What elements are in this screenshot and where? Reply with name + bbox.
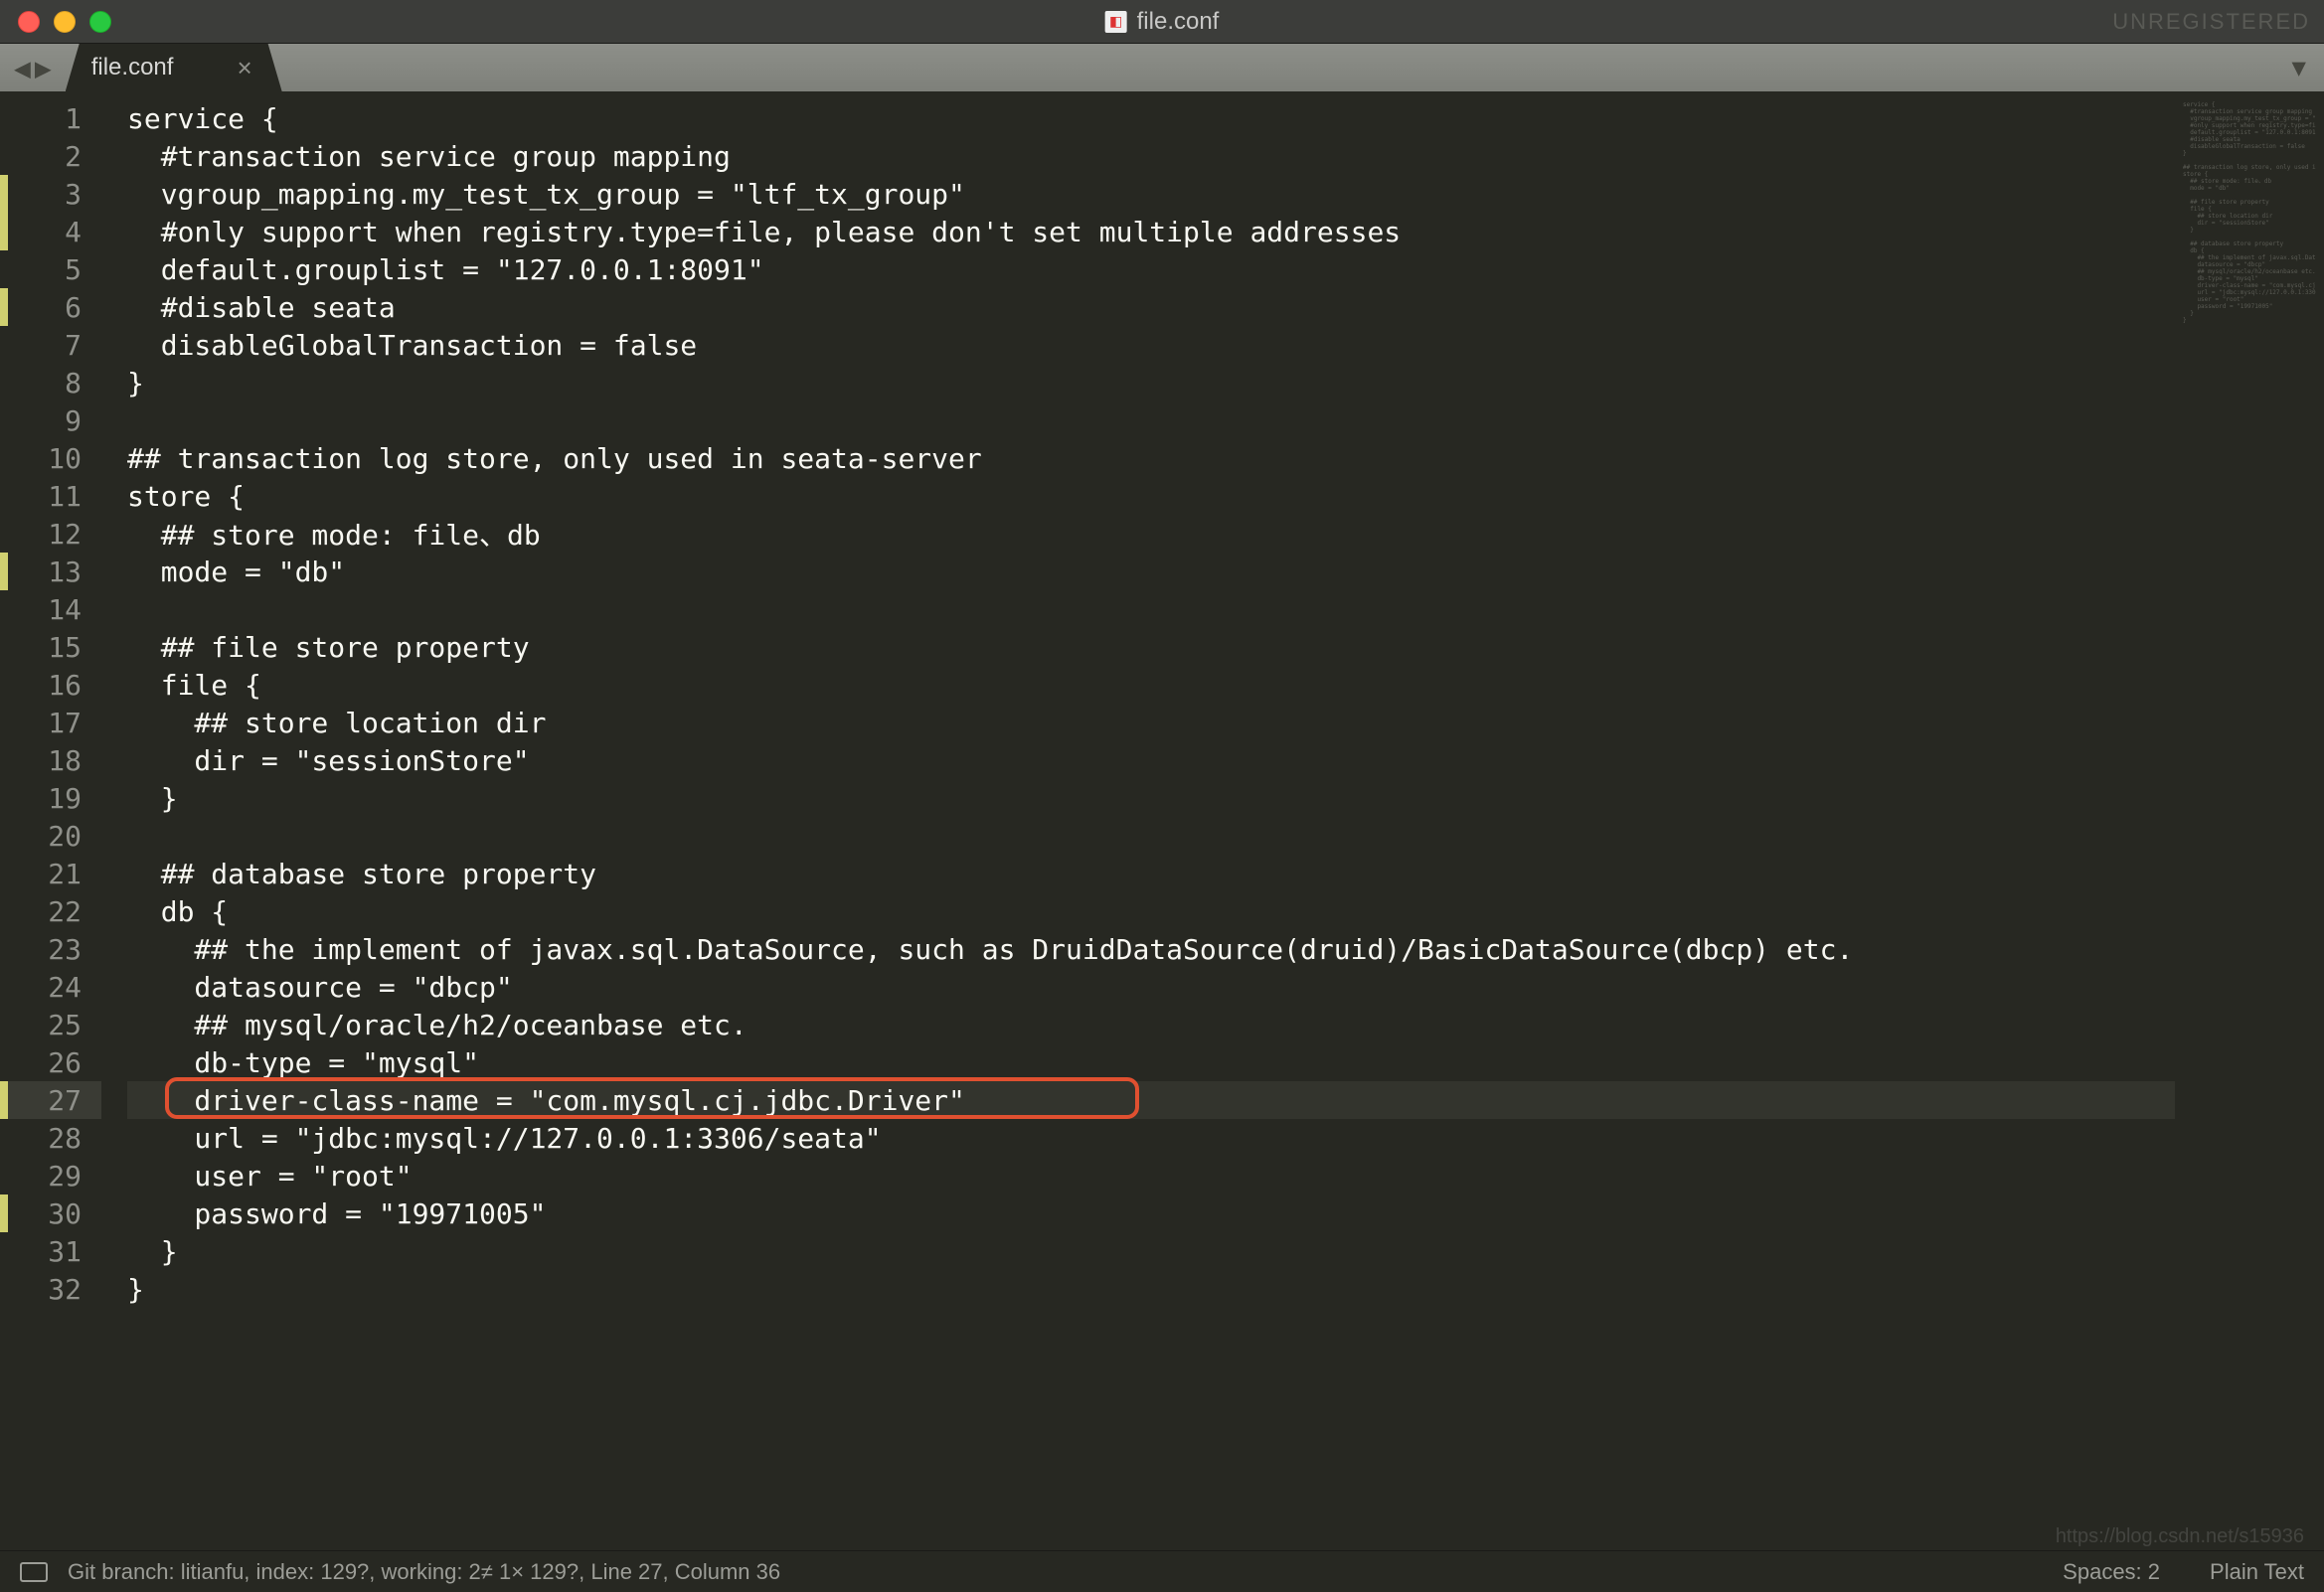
- code-line[interactable]: user = "root": [127, 1157, 2175, 1194]
- code-line[interactable]: [127, 401, 2175, 439]
- code-line[interactable]: }: [127, 779, 2175, 817]
- line-number[interactable]: 18: [0, 741, 101, 779]
- line-number[interactable]: 21: [0, 855, 101, 892]
- code-line[interactable]: db {: [127, 892, 2175, 930]
- nav-arrows: ◀ ▶: [0, 52, 66, 84]
- line-number[interactable]: 3: [0, 175, 101, 213]
- code-line[interactable]: }: [127, 1232, 2175, 1270]
- code-line[interactable]: dir = "sessionStore": [127, 741, 2175, 779]
- line-number[interactable]: 10: [0, 439, 101, 477]
- code-line[interactable]: ## store location dir: [127, 704, 2175, 741]
- line-number[interactable]: 28: [0, 1119, 101, 1157]
- line-number[interactable]: 17: [0, 704, 101, 741]
- code-line[interactable]: mode = "db": [127, 553, 2175, 590]
- maximize-window-button[interactable]: [89, 11, 111, 33]
- nav-forward-icon[interactable]: ▶: [35, 52, 52, 84]
- line-number[interactable]: 1: [0, 99, 101, 137]
- code-line[interactable]: vgroup_mapping.my_test_tx_group = "ltf_t…: [127, 175, 2175, 213]
- code-line[interactable]: password = "19971005": [127, 1194, 2175, 1232]
- tab-bar: ◀ ▶ file.conf × ▼: [0, 44, 2324, 91]
- minimize-window-button[interactable]: [54, 11, 76, 33]
- line-number[interactable]: 24: [0, 968, 101, 1006]
- code-line[interactable]: url = "jdbc:mysql://127.0.0.1:3306/seata…: [127, 1119, 2175, 1157]
- watermark: https://blog.csdn.net/s15936: [2056, 1525, 2304, 1548]
- statusbar: Git branch: litianfu, index: 129?, worki…: [0, 1550, 2324, 1592]
- code-line[interactable]: ## file store property: [127, 628, 2175, 666]
- status-spaces[interactable]: Spaces: 2: [2063, 1559, 2160, 1585]
- line-number[interactable]: 16: [0, 666, 101, 704]
- line-number[interactable]: 5: [0, 250, 101, 288]
- line-number[interactable]: 22: [0, 892, 101, 930]
- code-line[interactable]: disableGlobalTransaction = false: [127, 326, 2175, 364]
- line-number-gutter: 1234567891011121314151617181920212223242…: [0, 91, 101, 1550]
- code-line[interactable]: driver-class-name = "com.mysql.cj.jdbc.D…: [127, 1081, 2175, 1119]
- code-line[interactable]: ## store mode: file、db: [127, 515, 2175, 553]
- code-line[interactable]: ## the implement of javax.sql.DataSource…: [127, 930, 2175, 968]
- line-number[interactable]: 20: [0, 817, 101, 855]
- tab-close-button[interactable]: ×: [237, 53, 251, 83]
- line-number[interactable]: 29: [0, 1157, 101, 1194]
- code-line[interactable]: default.grouplist = "127.0.0.1:8091": [127, 250, 2175, 288]
- panel-icon[interactable]: [20, 1562, 48, 1582]
- code-line[interactable]: [127, 817, 2175, 855]
- window-title-text: file.conf: [1137, 8, 1220, 36]
- line-number[interactable]: 15: [0, 628, 101, 666]
- status-git: Git branch: litianfu, index: 129?, worki…: [68, 1559, 780, 1585]
- code-line[interactable]: #disable seata: [127, 288, 2175, 326]
- code-line[interactable]: service {: [127, 99, 2175, 137]
- line-number[interactable]: 4: [0, 213, 101, 250]
- code-area[interactable]: service { #transaction service group map…: [101, 91, 2175, 1550]
- code-line[interactable]: datasource = "dbcp": [127, 968, 2175, 1006]
- line-number[interactable]: 23: [0, 930, 101, 968]
- close-window-button[interactable]: [18, 11, 40, 33]
- line-number[interactable]: 19: [0, 779, 101, 817]
- code-line[interactable]: ## mysql/oracle/h2/oceanbase etc.: [127, 1006, 2175, 1043]
- minimap-content: service { #transaction service group map…: [2183, 101, 2316, 324]
- line-number[interactable]: 12: [0, 515, 101, 553]
- titlebar: ◧ file.conf UNREGISTERED: [0, 0, 2324, 44]
- code-line[interactable]: db-type = "mysql": [127, 1043, 2175, 1081]
- traffic-lights: [0, 11, 111, 33]
- code-line[interactable]: file {: [127, 666, 2175, 704]
- tab-dropdown-icon[interactable]: ▼: [2292, 54, 2306, 81]
- window-title: ◧ file.conf: [1105, 8, 1220, 36]
- code-line[interactable]: }: [127, 364, 2175, 401]
- line-number[interactable]: 9: [0, 401, 101, 439]
- line-number[interactable]: 7: [0, 326, 101, 364]
- code-line[interactable]: ## transaction log store, only used in s…: [127, 439, 2175, 477]
- line-number[interactable]: 14: [0, 590, 101, 628]
- status-syntax[interactable]: Plain Text: [2210, 1559, 2304, 1585]
- unregistered-label: UNREGISTERED: [2112, 9, 2310, 35]
- editor-area: 1234567891011121314151617181920212223242…: [0, 91, 2324, 1550]
- line-number[interactable]: 8: [0, 364, 101, 401]
- line-number[interactable]: 27: [0, 1081, 101, 1119]
- line-number[interactable]: 26: [0, 1043, 101, 1081]
- tab-active[interactable]: file.conf ×: [66, 44, 282, 91]
- statusbar-right: Spaces: 2 Plain Text: [2063, 1559, 2304, 1585]
- code-line[interactable]: store {: [127, 477, 2175, 515]
- code-line[interactable]: }: [127, 1270, 2175, 1308]
- tab-label: file.conf: [91, 54, 174, 81]
- code-line[interactable]: [127, 590, 2175, 628]
- line-number[interactable]: 32: [0, 1270, 101, 1308]
- line-number[interactable]: 31: [0, 1232, 101, 1270]
- code-line[interactable]: #only support when registry.type=file, p…: [127, 213, 2175, 250]
- code-line[interactable]: ## database store property: [127, 855, 2175, 892]
- line-number[interactable]: 6: [0, 288, 101, 326]
- line-number[interactable]: 13: [0, 553, 101, 590]
- editor-window: ◧ file.conf UNREGISTERED ◀ ▶ file.conf ×…: [0, 0, 2324, 1592]
- line-number[interactable]: 25: [0, 1006, 101, 1043]
- minimap[interactable]: service { #transaction service group map…: [2175, 91, 2324, 1550]
- line-number[interactable]: 30: [0, 1194, 101, 1232]
- code-line[interactable]: #transaction service group mapping: [127, 137, 2175, 175]
- line-number[interactable]: 2: [0, 137, 101, 175]
- line-number[interactable]: 11: [0, 477, 101, 515]
- nav-back-icon[interactable]: ◀: [14, 52, 31, 84]
- file-icon: ◧: [1105, 11, 1127, 33]
